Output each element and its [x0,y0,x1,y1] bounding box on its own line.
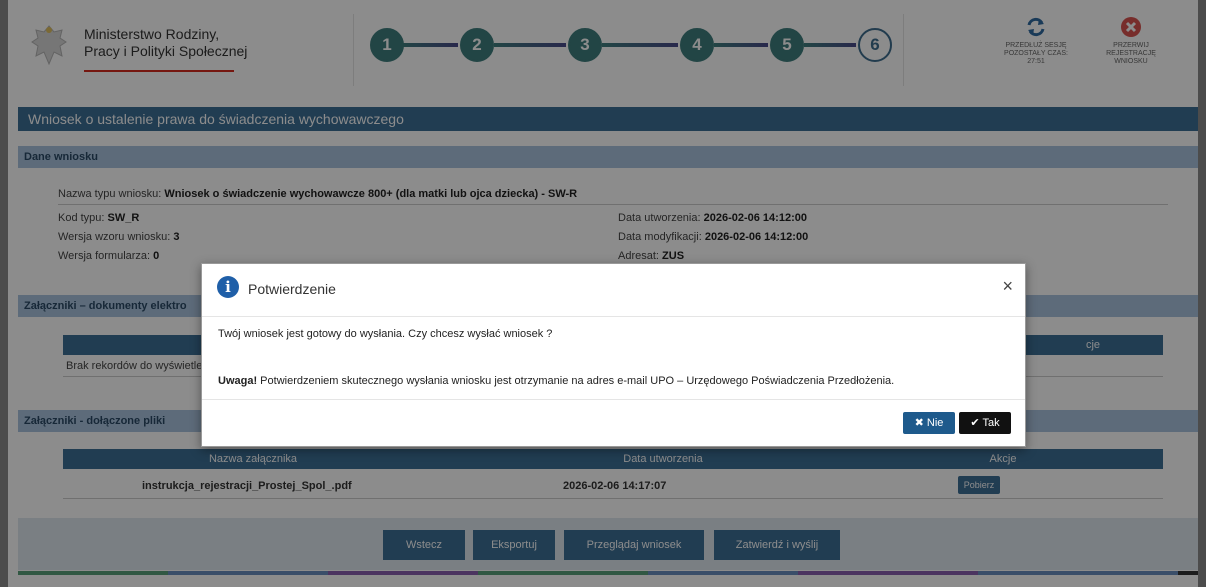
no-label: Nie [926,417,944,429]
check-icon: ✔ [970,417,980,429]
yes-button[interactable]: ✔ Tak [959,412,1011,434]
dialog-warning: Uwaga! Potwierdzeniem skutecznego wysłan… [218,375,894,387]
no-button[interactable]: ✖ Nie [903,412,955,434]
yes-label: Tak [982,417,1000,429]
dialog-header: i Potwierdzenie × [202,264,1025,317]
dialog-title: Potwierdzenie [248,281,336,297]
confirmation-dialog: i Potwierdzenie × Twój wniosek jest goto… [201,263,1026,447]
close-icon: ✖ [914,417,924,429]
warning-label: Uwaga! [218,375,258,387]
close-icon[interactable]: × [1002,276,1013,297]
dialog-footer-divider [202,399,1025,400]
warning-text: Potwierdzeniem skutecznego wysłania wnio… [257,375,895,387]
dialog-question: Twój wniosek jest gotowy do wysłania. Cz… [218,328,553,340]
info-icon: i [217,276,239,298]
